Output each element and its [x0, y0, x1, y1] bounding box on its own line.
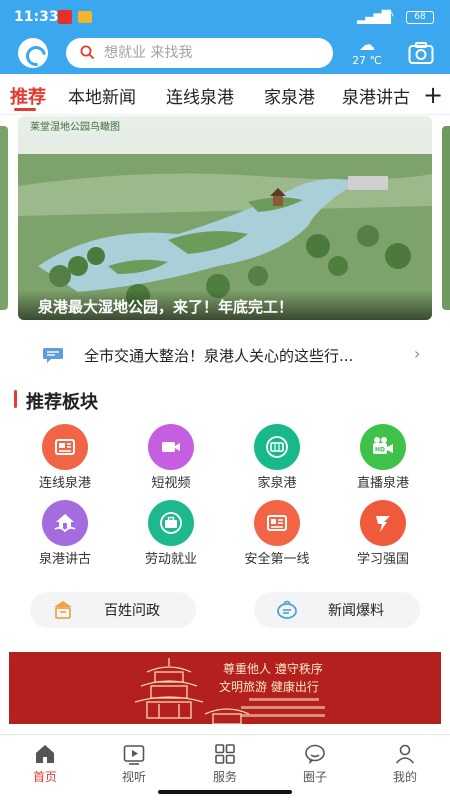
grid-item-xuexi-qiangguo[interactable]: 学习强国: [333, 500, 433, 567]
grid-label: 直播泉港: [356, 476, 409, 491]
people-ask-icon: [54, 601, 72, 619]
nav-profile[interactable]: 我的: [370, 741, 440, 789]
nav-label: 圈子: [302, 770, 327, 784]
grid-item-safety-first[interactable]: 安全第一线: [227, 500, 327, 567]
chevron-right-icon[interactable]: ›: [414, 344, 420, 363]
house-hands-icon: [42, 500, 88, 546]
weather-widget[interactable]: ☁ 27 ℃: [347, 36, 387, 72]
person-icon: [395, 744, 415, 764]
grid-label: 家泉港: [257, 476, 297, 491]
carousel-next-slide[interactable]: [442, 126, 450, 310]
people-inquiry-button[interactable]: 百姓问政: [30, 592, 196, 628]
grid-item-short-video[interactable]: 短视频: [121, 424, 221, 491]
grid-item-connect-quangang[interactable]: 连线泉港: [15, 424, 115, 491]
status-time: 11:33: [14, 9, 59, 25]
ad-slogan-line2: 文明旅游 健康出行: [219, 680, 319, 694]
home-icon: [36, 745, 54, 763]
grid-item-employment[interactable]: 劳动就业: [121, 500, 221, 567]
battery-icon: 68: [406, 11, 434, 24]
hd-camera-icon: HD: [360, 424, 406, 470]
folder-app-icon: [78, 11, 92, 23]
news-tip-icon: [277, 600, 297, 619]
home-indicator[interactable]: [158, 790, 292, 794]
tab-quangang-stories[interactable]: 泉港讲古: [342, 83, 410, 108]
add-channel-icon[interactable]: +: [416, 78, 450, 112]
chat-bubble-icon: [305, 744, 325, 764]
nav-label: 视听: [121, 770, 146, 784]
pill-label: 百姓问政: [104, 603, 160, 619]
tv-grid-icon: [254, 424, 300, 470]
active-tab-indicator: [14, 108, 36, 111]
tab-local-news[interactable]: 本地新闻: [68, 83, 136, 108]
section-title: 推荐板块: [26, 392, 98, 413]
status-bar: 11:33 ▂▄▆█ ◠ 68: [0, 0, 450, 34]
briefcase-icon: [148, 500, 194, 546]
grid-item-quangang-stories[interactable]: 泉港讲古: [15, 500, 115, 567]
weather-temp: 27 ℃: [352, 54, 382, 67]
tab-recommend[interactable]: 推荐: [10, 83, 46, 109]
news-ticker[interactable]: 全市交通大整治！泉港人关心的这些行... ›: [0, 334, 450, 374]
nav-services[interactable]: 服务: [190, 741, 260, 789]
grid-icon: [215, 744, 235, 764]
nav-label: 服务: [212, 770, 237, 784]
news-tip-button[interactable]: 新闻爆料: [254, 592, 420, 628]
banner-caption: 莱堂湿地公园鸟瞰图: [30, 122, 120, 133]
newspaper-icon: [42, 424, 88, 470]
nav-circles[interactable]: 圈子: [280, 741, 350, 789]
search-input[interactable]: [104, 43, 324, 63]
nav-label: 我的: [392, 770, 417, 784]
search-icon: [80, 45, 94, 59]
nav-home[interactable]: 首页: [10, 741, 80, 789]
play-icon: [123, 745, 145, 765]
top-bar: ☁ 27 ℃: [0, 34, 450, 74]
ticker-headline[interactable]: 全市交通大整治！泉港人关心的这些行...: [84, 345, 399, 366]
banner-title: 泉港最大湿地公园，来了！年底完工！: [18, 290, 432, 320]
announcement-icon: [43, 348, 63, 363]
grid-item-home-quangang[interactable]: 家泉港: [227, 424, 327, 491]
carousel-prev-slide[interactable]: [0, 126, 8, 310]
civility-ad-banner[interactable]: 尊重他人 遵守秩序 文明旅游 健康出行: [9, 652, 441, 724]
grid-label: 安全第一线: [244, 552, 310, 567]
nav-audio-video[interactable]: 视听: [99, 741, 169, 789]
news-app-icon: [58, 10, 72, 24]
wifi-icon: ◠: [382, 8, 395, 24]
news-board-icon: [254, 500, 300, 546]
grid-label: 学习强国: [356, 552, 409, 567]
search-box[interactable]: [66, 38, 333, 68]
tab-home-quangang[interactable]: 家泉港: [264, 83, 315, 108]
banner-carousel[interactable]: 莱堂湿地公园鸟瞰图 泉港最大湿地公园，来了！年底完工！: [18, 116, 432, 320]
grid-label: 短视频: [151, 476, 191, 491]
divider: [0, 114, 450, 115]
pill-label: 新闻爆料: [328, 603, 384, 619]
xuexi-icon: [360, 500, 406, 546]
nav-label: 首页: [32, 770, 57, 784]
ad-slogan-line1: 尊重他人 遵守秩序: [223, 662, 323, 676]
tab-connect-quangang[interactable]: 连线泉港: [166, 83, 234, 108]
grid-label: 连线泉港: [38, 476, 91, 491]
camera-icon[interactable]: [408, 41, 434, 65]
app-logo-icon[interactable]: [18, 38, 48, 68]
svg-text:HD: HD: [375, 447, 385, 454]
grid-item-live-quangang[interactable]: HD 直播泉港: [333, 424, 433, 491]
section-accent-bar: [14, 390, 17, 408]
video-camera-icon: [148, 424, 194, 470]
grid-label: 劳动就业: [144, 552, 197, 567]
grid-label: 泉港讲古: [38, 552, 91, 567]
channel-tabs: 推荐 本地新闻 连线泉港 家泉港 泉港讲古 +: [0, 74, 450, 114]
cloud-sun-icon: ☁: [359, 35, 375, 54]
